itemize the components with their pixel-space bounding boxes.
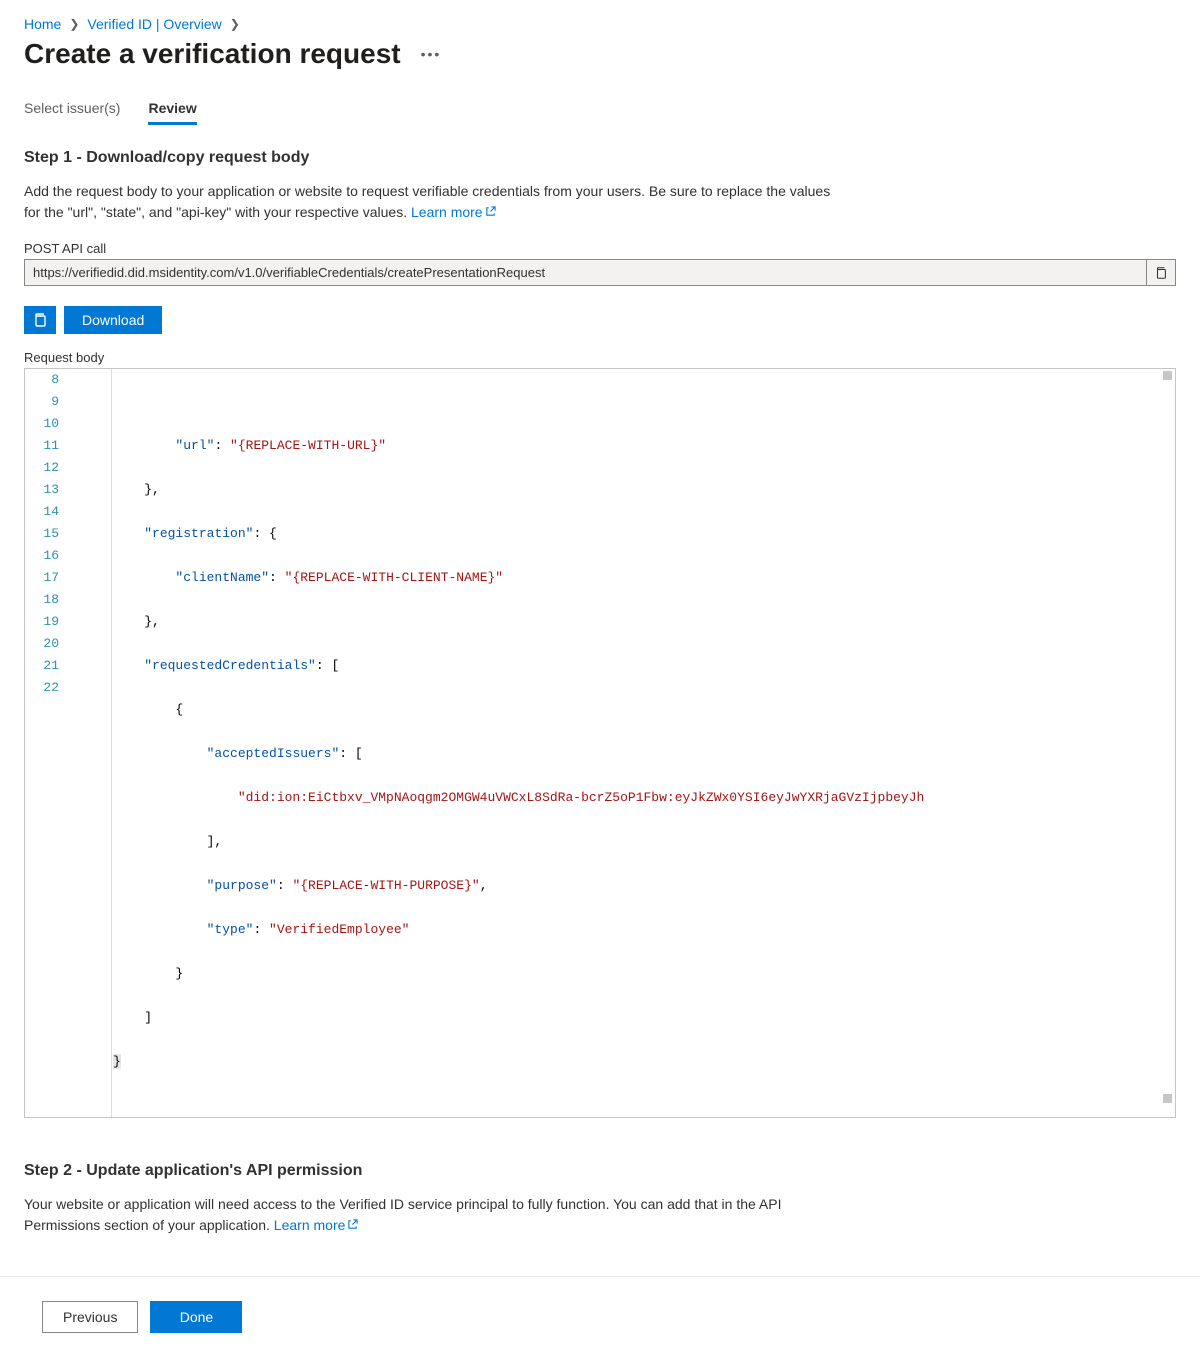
page-title: Create a verification request bbox=[24, 38, 401, 70]
code-area[interactable]: "url": "{REPLACE-WITH-URL}" }, "registra… bbox=[77, 369, 1175, 1117]
step2-text: Your website or application will need ac… bbox=[24, 1194, 844, 1236]
copy-body-button[interactable] bbox=[24, 306, 56, 334]
done-button[interactable]: Done bbox=[150, 1301, 242, 1333]
step1-learn-more-link[interactable]: Learn more bbox=[411, 204, 496, 220]
chevron-right-icon: ❯ bbox=[69, 17, 79, 31]
external-link-icon bbox=[347, 1215, 358, 1226]
more-icon[interactable]: ••• bbox=[417, 42, 446, 66]
breadcrumb-verified-id[interactable]: Verified ID | Overview bbox=[87, 16, 221, 32]
download-button[interactable]: Download bbox=[64, 306, 162, 334]
step1-text: Add the request body to your application… bbox=[24, 181, 844, 223]
api-call-label: POST API call bbox=[24, 241, 1176, 256]
tab-select-issuers[interactable]: Select issuer(s) bbox=[24, 94, 120, 125]
footer-buttons: Previous Done bbox=[24, 1301, 1176, 1333]
chevron-right-icon: ❯ bbox=[230, 17, 240, 31]
scroll-marker bbox=[1163, 1094, 1172, 1103]
copy-icon bbox=[32, 312, 48, 328]
step2-text-body: Your website or application will need ac… bbox=[24, 1196, 782, 1233]
copy-api-button[interactable] bbox=[1146, 259, 1176, 286]
previous-button[interactable]: Previous bbox=[42, 1301, 138, 1333]
code-editor[interactable]: 8 9 10 11 12 13 14 15 16 17 18 19 20 21 … bbox=[24, 368, 1176, 1118]
breadcrumb-home[interactable]: Home bbox=[24, 16, 61, 32]
tabs: Select issuer(s) Review bbox=[24, 94, 1176, 125]
step1-heading: Step 1 - Download/copy request body bbox=[24, 149, 1176, 167]
step2-heading: Step 2 - Update application's API permis… bbox=[24, 1162, 1176, 1180]
copy-icon bbox=[1154, 266, 1168, 280]
tab-review[interactable]: Review bbox=[148, 94, 196, 125]
api-url-input[interactable] bbox=[24, 259, 1146, 286]
scroll-marker bbox=[1163, 371, 1172, 380]
breadcrumb: Home ❯ Verified ID | Overview ❯ bbox=[24, 16, 1176, 32]
divider bbox=[0, 1276, 1200, 1277]
step2-learn-more-link[interactable]: Learn more bbox=[274, 1217, 359, 1233]
request-body-label: Request body bbox=[24, 350, 1176, 365]
external-link-icon bbox=[485, 202, 496, 213]
line-gutter: 8 9 10 11 12 13 14 15 16 17 18 19 20 21 … bbox=[25, 369, 77, 1117]
